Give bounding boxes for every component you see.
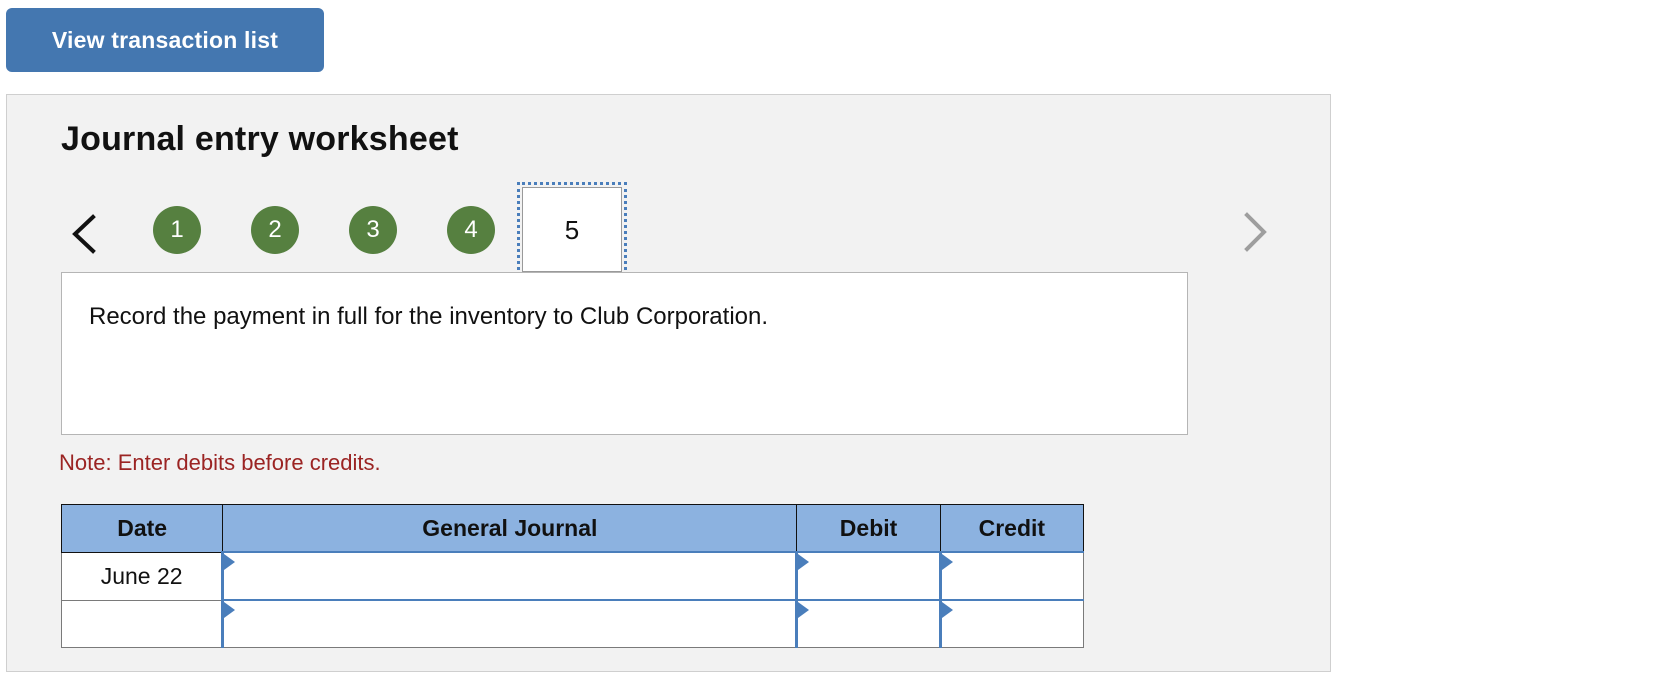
table-row: June 22 bbox=[60, 551, 1085, 601]
column-header-debit: Debit bbox=[796, 504, 941, 553]
dropdown-marker-icon bbox=[798, 554, 810, 570]
chevron-right-icon[interactable] bbox=[1237, 209, 1271, 255]
cell-date-row-1[interactable]: June 22 bbox=[60, 551, 224, 601]
cell-general-journal-row-2[interactable] bbox=[221, 599, 798, 648]
general-journal-table: Date General Journal Debit Credit June 2… bbox=[60, 504, 1085, 648]
worksheet-step-5-current[interactable]: 5 bbox=[517, 182, 627, 277]
worksheet-pager: 1 2 3 4 5 bbox=[61, 182, 1281, 283]
worksheet-step-4[interactable]: 4 bbox=[447, 206, 495, 254]
journal-entry-worksheet-panel: Journal entry worksheet 1 2 3 4 5 Record… bbox=[6, 94, 1331, 672]
dropdown-marker-icon bbox=[941, 602, 953, 618]
cell-debit-row-2[interactable] bbox=[795, 599, 941, 648]
worksheet-step-2[interactable]: 2 bbox=[251, 206, 299, 254]
table-header-row: Date General Journal Debit Credit bbox=[60, 504, 1085, 553]
debits-before-credits-note: Note: Enter debits before credits. bbox=[59, 450, 381, 475]
column-header-date: Date bbox=[60, 504, 224, 553]
dropdown-marker-icon bbox=[941, 554, 953, 570]
cell-credit-row-1[interactable] bbox=[938, 551, 1085, 601]
page-root: View transaction list Journal entry work… bbox=[0, 0, 1662, 674]
dropdown-marker-icon bbox=[224, 554, 236, 570]
page-title: Journal entry worksheet bbox=[61, 120, 459, 158]
chevron-left-icon[interactable] bbox=[67, 211, 101, 257]
column-header-general-journal: General Journal bbox=[222, 504, 798, 553]
dropdown-marker-icon bbox=[798, 602, 810, 618]
worksheet-step-3[interactable]: 3 bbox=[349, 206, 397, 254]
worksheet-step-1[interactable]: 1 bbox=[153, 206, 201, 254]
column-header-credit: Credit bbox=[939, 504, 1085, 553]
view-transaction-list-button[interactable]: View transaction list bbox=[6, 8, 324, 72]
transaction-prompt-box: Record the payment in full for the inven… bbox=[61, 272, 1188, 435]
dropdown-marker-icon bbox=[224, 602, 236, 618]
cell-credit-row-2[interactable] bbox=[938, 599, 1085, 648]
table-row bbox=[60, 599, 1085, 648]
cell-general-journal-row-1[interactable] bbox=[221, 551, 798, 601]
cell-date-row-2[interactable] bbox=[60, 599, 224, 648]
cell-debit-row-1[interactable] bbox=[795, 551, 941, 601]
transaction-prompt-text: Record the payment in full for the inven… bbox=[89, 303, 769, 330]
